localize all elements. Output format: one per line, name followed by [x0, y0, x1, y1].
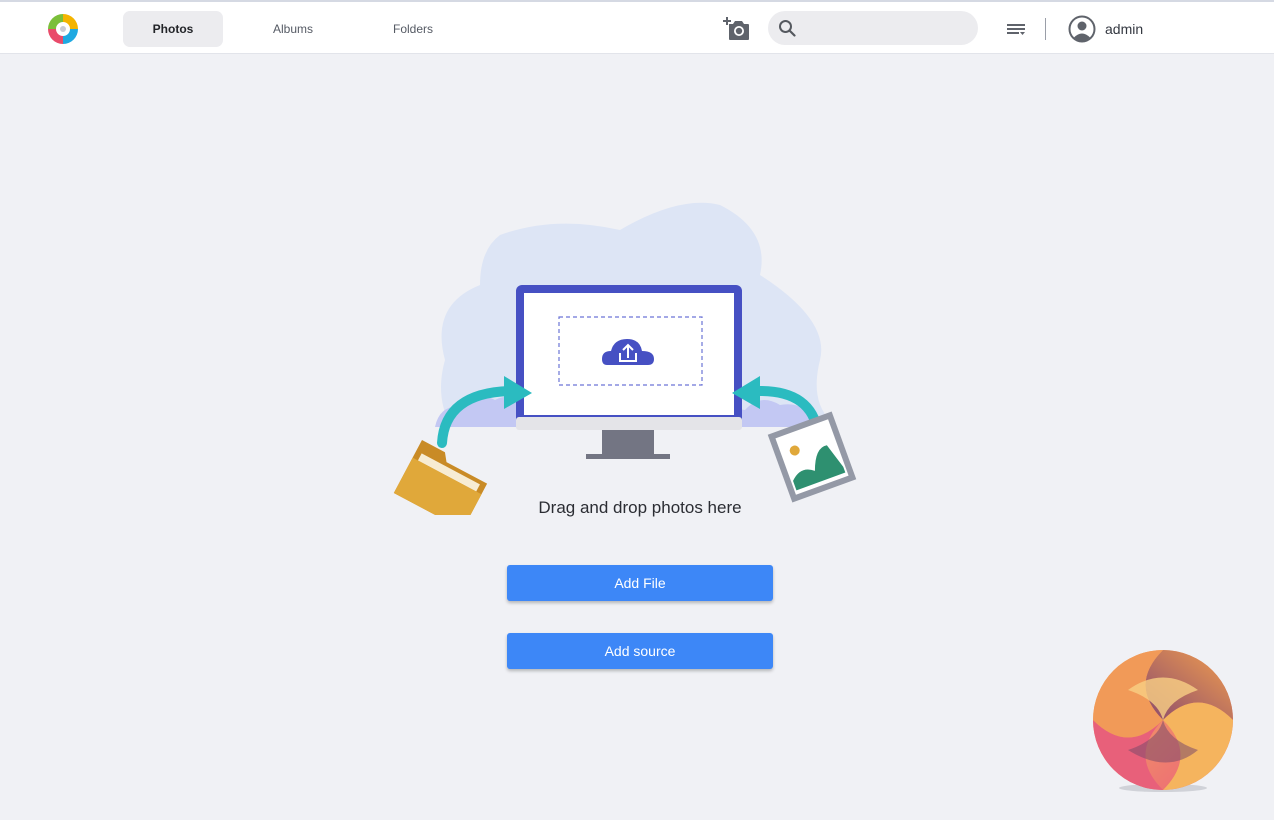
tab-folders[interactable]: Folders	[363, 11, 463, 47]
add-camera-icon[interactable]	[722, 16, 750, 42]
user-avatar-icon[interactable]	[1068, 15, 1096, 43]
add-file-button[interactable]: Add File	[507, 565, 773, 601]
brand-mark-icon	[1093, 650, 1233, 792]
list-filter-icon[interactable]	[1005, 19, 1027, 39]
search-input[interactable]	[806, 11, 970, 47]
upload-illustration	[393, 202, 857, 515]
monitor-stand	[602, 430, 654, 454]
drop-instructions: Drag and drop photos here	[538, 498, 742, 517]
search-icon[interactable]	[778, 19, 796, 37]
tab-albums[interactable]: Albums	[243, 11, 343, 47]
header-divider	[1045, 18, 1046, 40]
add-source-button[interactable]: Add source	[507, 633, 773, 669]
username: admin	[1105, 21, 1144, 37]
monitor-base	[586, 454, 670, 459]
top-bar: Photos Albums Folders admin	[0, 0, 1274, 54]
search-bar[interactable]	[768, 11, 978, 47]
user-menu[interactable]: admin	[1068, 15, 1143, 43]
app-logo-icon[interactable]	[46, 12, 80, 46]
tab-photos[interactable]: Photos	[123, 11, 223, 47]
monitor-bottom	[516, 417, 742, 430]
